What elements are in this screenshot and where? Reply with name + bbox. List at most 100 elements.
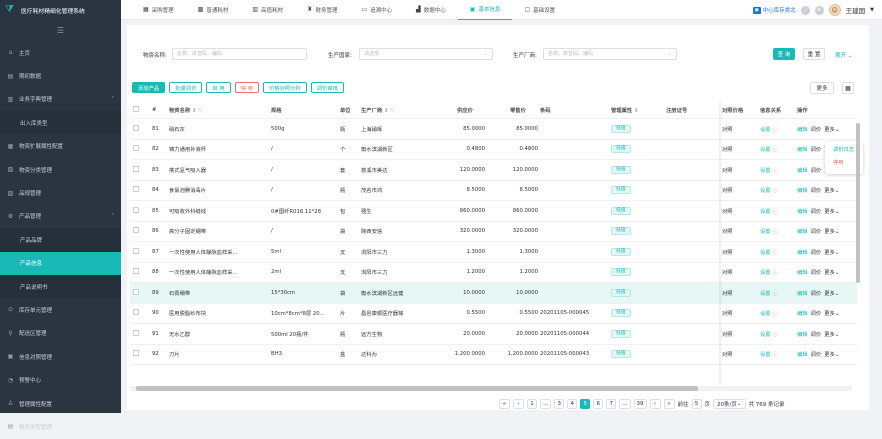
relation-set-link[interactable]: 设置 ⓘ [760, 227, 778, 235]
table-row[interactable]: 89 石膏绷带 15*30cm 袋 衡水滨湖新区远健 10.0000 10.0000 低值 对照… [130, 283, 857, 304]
sidebar-item-16[interactable]: ▤ 物资类型管理 [0, 415, 121, 438]
goto-input[interactable]: 5 [691, 399, 702, 409]
tab-1[interactable]: ▩ 普通耗材 [186, 0, 241, 20]
page-item[interactable]: 7 [606, 399, 617, 409]
next-page-icon[interactable]: › [649, 399, 661, 409]
tab-4[interactable]: ▭ 追溯中心 [349, 0, 404, 20]
compare-link[interactable]: 对照 [722, 227, 733, 235]
col-maker[interactable]: 生产厂商 ⇕ ▽ [361, 106, 394, 114]
table-row[interactable]: 87 一次性使用人体静脉血样采... 5ml 支 浏阳市三力 1.3000 1.3000 低值… [130, 242, 857, 263]
edit-link[interactable]: 编辑 [797, 268, 808, 276]
sidebar-item-6[interactable]: ▨ 品规管理 [0, 181, 121, 204]
page-item[interactable]: 4 [567, 399, 578, 409]
tab-2[interactable]: ▥ 高值耗材 [240, 0, 295, 20]
row-checkbox[interactable] [133, 186, 139, 193]
horizontal-scrollbar[interactable] [130, 386, 852, 391]
sidebar-item-15[interactable]: ♙ 管理属性配置 [0, 392, 121, 415]
sidebar-item-2[interactable]: ▥ 业务字典管理 ⌃ [0, 88, 121, 111]
row-checkbox[interactable] [133, 268, 139, 275]
more-link[interactable]: 更多⌄ [824, 309, 839, 317]
price-adjust-link[interactable]: 调价 [811, 330, 822, 338]
expand-link[interactable]: 展开 ⌄ [835, 51, 852, 59]
edit-link[interactable]: 编辑 [797, 289, 808, 297]
row-checkbox[interactable] [133, 145, 139, 152]
action-button-5[interactable]: 调价审核 [310, 82, 344, 93]
vertical-scrollbar[interactable] [856, 123, 860, 283]
sidebar-item-4[interactable]: ▦ 物资扩展属性配置 [0, 135, 121, 158]
edit-link[interactable]: 编辑 [797, 248, 808, 256]
compare-link[interactable]: 对照 [722, 289, 733, 297]
relation-set-link[interactable]: 设置 ⓘ [760, 166, 778, 174]
action-button-3[interactable]: 停 用 [234, 82, 259, 93]
sidebar-item-5[interactable]: ▧ 物资分类管理 [0, 158, 121, 181]
col-name[interactable]: 物资名称 ⇕ ▽ [169, 106, 202, 114]
col-attr[interactable]: 管理属性 ⇕ [611, 106, 639, 114]
table-row[interactable]: 92 刀片 BH3 盒达科为 1,200.0000 1,200.0000 20201105-… [130, 345, 857, 365]
table-row[interactable]: 81 硝石灰 500g 瓶 上海硝晖 85.0000 85.0000 低值 对照 设置 ⓘ 编辑 调价… [130, 119, 857, 140]
table-row[interactable]: 85 可吸收外科缝线 0#国纤R016 11*28 包 强生 860.0000 860.00… [130, 201, 857, 222]
user-name[interactable]: 王建国 [846, 5, 866, 15]
more-link[interactable]: 更多⌄ [824, 268, 839, 276]
sidebar-item-14[interactable]: ◔ 预警中心 [0, 368, 121, 391]
table-row[interactable]: 83 携式氢气吸入器 / 套 慈溪市美达 120.0000 120.0000 低值 对照 设置 ⓘ… [130, 160, 857, 181]
price-adjust-link[interactable]: 调价 [811, 207, 822, 215]
sidebar-item-10[interactable]: 产品说明书 [0, 274, 121, 299]
price-adjust-link[interactable]: 调价 [811, 268, 822, 276]
maker-search-input[interactable]: 名称、拼音码、编码 ⌄ [543, 48, 677, 60]
query-button[interactable]: 查 询 [773, 48, 795, 60]
more-link[interactable]: 更多⌄ [824, 207, 839, 215]
row-checkbox[interactable] [133, 350, 139, 357]
sidebar-item-1[interactable]: ▤ 期初数据 [0, 64, 121, 87]
relation-set-link[interactable]: 设置 ⓘ [760, 145, 778, 153]
row-checkbox[interactable] [133, 124, 139, 131]
page-item[interactable]: 39 [633, 399, 647, 409]
relation-set-link[interactable]: 设置 ⓘ [760, 125, 778, 133]
more-link[interactable]: 更多⌄ [824, 186, 839, 194]
more-link[interactable]: 更多⌄ [824, 350, 839, 358]
table-row[interactable]: 82 锦力通用补液杯 / 个 衡水滨湖新区 0.4800 0.4800 低值 对照 设置 ⓘ 编辑调… [130, 140, 857, 160]
menu-collapse-icon[interactable]: ☰ [0, 20, 121, 41]
compare-link[interactable]: 对照 [722, 207, 733, 215]
action-button-0[interactable]: 添加产品 [132, 82, 166, 93]
country-select[interactable]: 请选择 ⌄ [359, 48, 493, 60]
table-row[interactable]: 84 食氯泡腾消毒片 / 瓶 茂名市鸿 8.5000 8.5000 低值 对照 设置 ⓘ 编辑 调价更… [130, 181, 857, 201]
tab-0[interactable]: ▦ 采购管理 [131, 0, 186, 20]
sidebar-item-11[interactable]: ⊙ 库存单元管理 [0, 298, 121, 321]
tab-6[interactable]: ▣ 基本信息 [457, 0, 513, 20]
row-checkbox[interactable] [133, 227, 139, 234]
last-page-icon[interactable]: » [663, 399, 675, 409]
first-page-icon[interactable]: « [499, 399, 510, 409]
row-checkbox[interactable] [133, 288, 139, 295]
column-settings-icon[interactable]: ▦ [842, 82, 854, 94]
relation-set-link[interactable]: 设置 ⓘ [760, 248, 778, 256]
edit-link[interactable]: 编辑 [797, 330, 808, 338]
sidebar-item-7[interactable]: ⚙ 产品管理 ⌃ [0, 205, 121, 228]
sidebar-item-3[interactable]: 出入库类型 [0, 111, 121, 135]
more-link[interactable]: 更多⌄ [824, 125, 839, 133]
table-row[interactable]: 91 无水乙醇 500ml 20瓶/件瓶远方生物 20.0000 20.0000 2020… [130, 324, 857, 345]
sidebar-item-9[interactable]: 产品信息 [0, 251, 121, 275]
page-item[interactable]: 1 [527, 399, 537, 409]
action-button-4[interactable]: 价格对照分析 [262, 82, 307, 93]
price-adjust-link[interactable]: 调价 [811, 309, 822, 317]
page-item[interactable]: 5 [580, 399, 591, 409]
relation-set-link[interactable]: 设置 ⓘ [760, 268, 778, 276]
relation-set-link[interactable]: 设置 ⓘ [760, 289, 778, 297]
page-item[interactable]: ... [540, 399, 552, 409]
page-item[interactable]: 6 [593, 399, 604, 409]
bell-icon[interactable]: ♪ [800, 5, 810, 15]
edit-link[interactable]: 编辑 [797, 166, 808, 174]
row-checkbox[interactable] [133, 206, 139, 213]
compare-link[interactable]: 对照 [722, 350, 733, 358]
warehouse-selector[interactable]: ▣ 中心库存类北 [752, 6, 796, 14]
compare-link[interactable]: 对照 [722, 166, 733, 174]
row-checkbox[interactable] [133, 309, 139, 316]
price-adjust-link[interactable]: 调价 [811, 227, 822, 235]
edit-link[interactable]: 编辑 [797, 227, 808, 235]
sidebar-item-13[interactable]: ▣ 信息对照管理 [0, 345, 121, 368]
edit-link[interactable]: 编辑 [797, 186, 808, 194]
reset-button[interactable]: 重 置 [803, 48, 825, 60]
more-button[interactable]: 更多 [810, 82, 834, 94]
compare-link[interactable]: 对照 [722, 186, 733, 194]
more-link[interactable]: 更多⌄ [824, 289, 839, 297]
